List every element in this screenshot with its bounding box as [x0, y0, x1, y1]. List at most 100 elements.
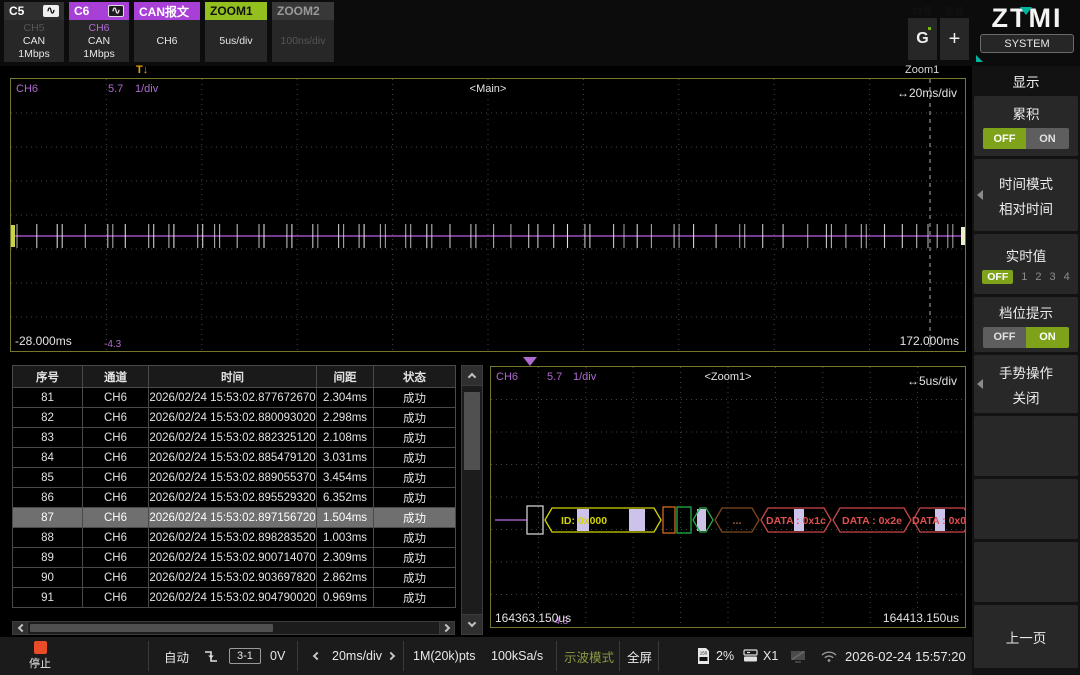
grid [11, 79, 965, 351]
table-row[interactable]: 90 CH6 2026/02/24 15:53:02.903697820 2.862m… [12, 567, 456, 588]
table-hscrollbar[interactable] [12, 621, 455, 635]
main-waveform-window[interactable]: CH6 5.7 1/div <Main> ↔20ms/div -28.000ms… [10, 78, 966, 352]
left-edge-marker [11, 225, 15, 247]
panel-empty-1[interactable]: 时间模式 相对时间 [974, 159, 1078, 231]
trigger-edge-icon[interactable] [203, 637, 220, 675]
toggle-on[interactable]: ON [1026, 326, 1069, 348]
panel-0[interactable]: 累积 OFF ON [974, 96, 1078, 156]
tab-zoom1[interactable]: ZOOM1 5us/div [205, 2, 267, 62]
function-button[interactable]: 功能 + [940, 2, 969, 60]
decode-label: DATA : 0x2e [842, 515, 902, 527]
zoom-position-marker[interactable] [523, 357, 537, 366]
table-row[interactable]: 81 CH6 2026/02/24 15:53:02.877672670 2.304m… [12, 387, 456, 408]
timebase-dec-button[interactable] [311, 637, 322, 675]
realtime-off-badge[interactable]: OFF [982, 269, 1014, 284]
zoom-right-time: 164413.150us [882, 611, 959, 625]
table-cell: 2.304ms [316, 387, 374, 408]
table-vscrollbar[interactable] [461, 365, 483, 635]
scroll-down-button[interactable] [462, 614, 482, 634]
tab-c6[interactable]: C6 ∿ CH6 CAN 1Mbps [69, 2, 129, 62]
scroll-left-button[interactable] [13, 622, 28, 634]
table-row[interactable]: 84 CH6 2026/02/24 15:53:02.885479120 3.031m… [12, 447, 456, 468]
tab-can-frames[interactable]: CAN报文 CH6 [134, 2, 200, 62]
fullscreen-button[interactable]: 全屏 [627, 637, 652, 675]
trigger-position-marker[interactable]: T↓ [136, 64, 148, 76]
panel-empty-4[interactable]: 手势操作 关闭 [974, 355, 1078, 413]
table-cell: 88 [12, 527, 83, 548]
table-row[interactable]: 91 CH6 2026/02/24 15:53:02.904790020 0.969m… [12, 587, 456, 608]
main-offset-label: -4.3 [104, 339, 122, 350]
tab-zoom1-header: ZOOM1 [205, 2, 267, 20]
toggle-off[interactable]: OFF [983, 128, 1026, 149]
realtime-channel-2[interactable]: 2 [1035, 271, 1041, 283]
trigger-level[interactable]: 0V [270, 637, 285, 675]
hscroll-thumb[interactable] [30, 624, 273, 632]
scroll-right-button[interactable] [439, 622, 454, 634]
system-button[interactable]: SYSTEM [980, 34, 1074, 53]
vscroll-thumb[interactable] [464, 392, 480, 470]
table-cell: 成功 [373, 547, 456, 568]
sidebar-panels: 累积 OFF ON 时间模式 相对时间 实时值 OFF 1 2 3 4 档位提示 OFF ON 手势操作 关闭 [974, 96, 1078, 605]
tab-line: 100ns/div [280, 34, 326, 47]
table-row[interactable]: 89 CH6 2026/02/24 15:53:02.900714070 2.309m… [12, 547, 456, 568]
tab-line: 5us/div [219, 34, 253, 47]
panel-2[interactable]: 实时值 OFF 1 2 3 4 [974, 234, 1078, 294]
can-decode-frame: ID: 0x000... DATA : 0x1c DATA : 0x2e DATA :… [495, 505, 965, 535]
table-cell: 82 [12, 407, 83, 428]
table-cell: CH6 [82, 487, 149, 508]
tab-label: C5 [9, 4, 25, 18]
table-row[interactable]: 86 CH6 2026/02/24 15:53:02.895529320 6.352m… [12, 487, 456, 508]
tab-line: CAN [87, 34, 111, 47]
table-header-cell: 间距 [316, 365, 374, 388]
scope-mode-button[interactable]: 示波模式 [564, 637, 614, 675]
function-label: 功能 [944, 6, 965, 18]
brand-block: ZTMI SYSTEM [976, 4, 1078, 62]
panel-3[interactable]: 档位提示 OFF ON [974, 297, 1078, 352]
toggle-off[interactable]: OFF [983, 326, 1026, 348]
table-row[interactable]: 87 CH6 2026/02/24 15:53:02.897156720 1.504m… [12, 507, 456, 528]
scroll-up-button[interactable] [462, 366, 482, 386]
table-cell: CH6 [82, 427, 149, 448]
trigger-mode-button[interactable]: 自动 [164, 637, 189, 675]
table-cell: 91 [12, 587, 83, 608]
wizard-button[interactable]: 向导 G [908, 2, 937, 60]
table-cell: 成功 [373, 527, 456, 548]
table-cell: 89 [12, 547, 83, 568]
realtime-channel-1[interactable]: 1 [1021, 271, 1027, 283]
table-header-cell: 序号 [12, 365, 83, 388]
oscilloscope-screen: C5 ∿ CH5 CAN 1Mbps C6 ∿ CH6 CAN 1Mbps CAN报文 CH6 ZOOM… [0, 0, 1080, 675]
table-cell: 6.352ms [316, 487, 374, 508]
tab-line: CH6 [156, 34, 178, 47]
table-row[interactable]: 82 CH6 2026/02/24 15:53:02.880093020 2.298m… [12, 407, 456, 428]
panel-label: 档位提示 [999, 305, 1053, 321]
table-cell: 2026/02/24 15:53:02.889055370 [148, 467, 317, 488]
tab-zoom2[interactable]: ZOOM2 100ns/div [272, 2, 334, 62]
toggle-档位提示[interactable]: OFF ON [983, 326, 1069, 348]
main-timebase: ↔20ms/div [896, 86, 957, 100]
storage-icon: 150 [696, 637, 711, 675]
toggle-累积[interactable]: OFF ON [983, 128, 1069, 149]
realtime-channel-4[interactable]: 4 [1064, 271, 1070, 283]
table-cell: 2026/02/24 15:53:02.885479120 [148, 447, 317, 468]
sine-wave-icon: ∿ [43, 5, 59, 17]
realtime-channel-3[interactable]: 3 [1050, 271, 1056, 283]
tab-c5[interactable]: C5 ∿ CH5 CAN 1Mbps [4, 2, 64, 62]
top-bar: C5 ∿ CH5 CAN 1Mbps C6 ∿ CH6 CAN 1Mbps CAN报文 CH6 ZOOM… [0, 0, 1080, 66]
timebase-value[interactable]: 20ms/div [332, 637, 382, 675]
timebase-inc-button[interactable] [386, 637, 397, 675]
table-row[interactable]: 83 CH6 2026/02/24 15:53:02.882325120 2.108m… [12, 427, 456, 448]
toggle-on[interactable]: ON [1026, 128, 1069, 149]
zoom1-waveform-window[interactable]: ID: 0x000... DATA : 0x1c DATA : 0x2e DATA :… [490, 366, 966, 628]
run-stop-control[interactable]: 停止 [20, 637, 60, 675]
prev-page-button[interactable]: 上一页 [974, 605, 1078, 668]
table-row[interactable]: 85 CH6 2026/02/24 15:53:02.889055370 3.454m… [12, 467, 456, 488]
main-waveform-canvas [11, 79, 965, 351]
table-cell: 84 [12, 447, 83, 468]
table-row[interactable]: 88 CH6 2026/02/24 15:53:02.898283520 1.003m… [12, 527, 456, 548]
tab-c5-header: C5 ∿ [4, 2, 64, 20]
usb-label: X1 [763, 649, 779, 663]
trigger-source-box[interactable]: 3-1 [229, 637, 261, 675]
table-cell: 成功 [373, 447, 456, 468]
table-cell: 2026/02/24 15:53:02.904790020 [148, 587, 317, 608]
record-length: 1M(20k)pts [413, 649, 476, 663]
